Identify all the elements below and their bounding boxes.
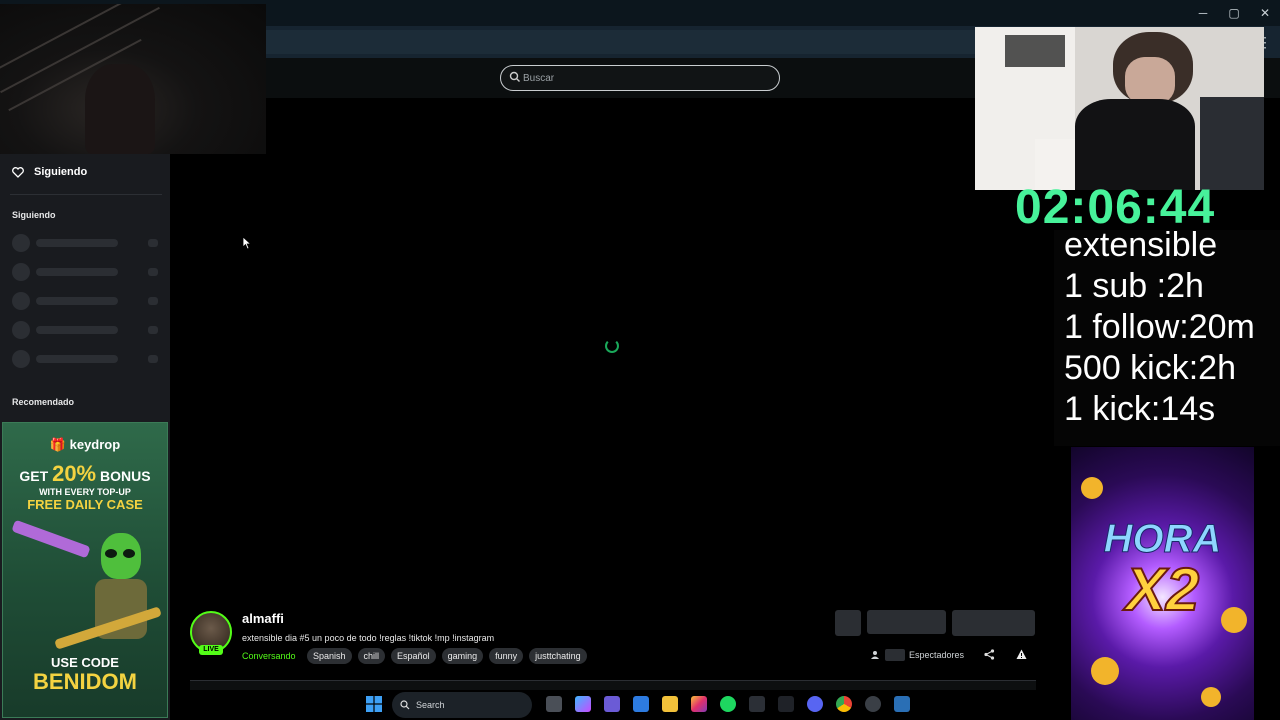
app-icon[interactable] xyxy=(749,696,765,712)
taskbar-search[interactable]: Search xyxy=(392,692,532,718)
epic-games-icon[interactable] xyxy=(778,696,794,712)
viewers-icon xyxy=(871,651,879,659)
following-skeleton-row xyxy=(12,292,162,310)
notification-button-skeleton[interactable] xyxy=(835,610,861,636)
app-icon[interactable] xyxy=(894,696,910,712)
windows-start-icon[interactable] xyxy=(366,696,382,712)
heart-icon xyxy=(12,166,24,178)
mouse-cursor-icon xyxy=(242,236,252,250)
loading-spinner xyxy=(605,339,619,353)
following-section-title: Siguiendo xyxy=(12,210,56,220)
ad-x2-text: X2 xyxy=(1125,555,1200,624)
ad-knife-illustration xyxy=(11,519,91,559)
os-taskbar: Search xyxy=(360,690,920,720)
ad-topup-text: WITH EVERY TOP-UP xyxy=(39,487,131,497)
share-icon[interactable] xyxy=(984,649,995,660)
recommended-section-title: Recomendado xyxy=(12,397,75,407)
subscribe-button-skeleton[interactable] xyxy=(952,610,1035,636)
overlay-line: extensible xyxy=(1064,226,1218,264)
viewer-count: Espectadores xyxy=(871,649,964,661)
teams-icon[interactable] xyxy=(604,696,620,712)
ad-daily-case-text: FREE DAILY CASE xyxy=(27,497,143,512)
tag-chip[interactable]: Español xyxy=(391,648,436,664)
keydrop-logo: 🎁 keydrop xyxy=(49,437,121,452)
tag-chip[interactable]: funny xyxy=(489,648,524,664)
stream-tags: Spanish chill Español gaming funny justt… xyxy=(307,648,587,664)
ad-promo-code: BENIDOM xyxy=(33,669,137,694)
discord-icon[interactable] xyxy=(807,696,823,712)
spotify-icon[interactable] xyxy=(720,696,736,712)
ad-coin-decoration xyxy=(1091,657,1119,685)
chrome-icon[interactable] xyxy=(836,696,852,712)
file-explorer-icon[interactable] xyxy=(662,696,678,712)
person-body xyxy=(1075,99,1195,190)
report-icon[interactable] xyxy=(1016,649,1027,660)
content-divider xyxy=(190,680,1036,690)
tag-chip[interactable]: chill xyxy=(357,648,386,664)
tag-chip[interactable]: Spanish xyxy=(307,648,352,664)
stream-category[interactable]: Conversando xyxy=(242,651,296,661)
following-skeleton-row xyxy=(12,263,162,281)
channel-name[interactable]: almaffi xyxy=(242,611,284,626)
tag-chip[interactable]: gaming xyxy=(441,648,484,664)
search-icon xyxy=(509,71,520,82)
store-icon[interactable] xyxy=(633,696,649,712)
viewer-count-skeleton xyxy=(885,649,905,661)
app-icon[interactable] xyxy=(865,696,881,712)
follow-button-skeleton[interactable] xyxy=(867,610,946,634)
ad-coin-decoration xyxy=(1081,477,1103,499)
search-icon xyxy=(400,700,410,710)
taskbar-search-label: Search xyxy=(416,700,445,710)
following-skeleton-row xyxy=(12,234,162,252)
search-input[interactable]: Buscar xyxy=(500,65,780,91)
close-button[interactable]: ✕ xyxy=(1252,4,1278,22)
following-skeleton-row xyxy=(12,321,162,339)
webcam-overlay-right xyxy=(975,27,1264,190)
keydrop-ad-banner[interactable]: 🎁 keydrop GET 20% BONUS WITH EVERY TOP-U… xyxy=(2,422,168,718)
person-silhouette xyxy=(85,64,155,154)
hora-x2-ad-banner[interactable]: HORA X2 xyxy=(1071,447,1254,720)
ad-coin-decoration xyxy=(1201,687,1221,707)
overlay-line: 1 follow:20m xyxy=(1064,308,1255,346)
following-button[interactable]: Siguiendo xyxy=(12,166,87,178)
overlay-line: 1 kick:14s xyxy=(1064,390,1216,428)
overlay-line: 500 kick:2h xyxy=(1064,349,1236,387)
live-badge: LIVE xyxy=(199,645,223,655)
following-skeleton-row xyxy=(12,350,162,368)
following-button-label: Siguiendo xyxy=(34,166,88,178)
sidebar-divider xyxy=(10,194,162,195)
overlay-line: 1 sub :2h xyxy=(1064,267,1204,305)
task-view-icon[interactable] xyxy=(546,696,562,712)
ad-use-code-label: USE CODE xyxy=(51,655,119,670)
stream-title: extensible dia #5 un poco de todo !regla… xyxy=(242,633,495,643)
viewers-label: Espectadores xyxy=(909,650,965,660)
minimize-button[interactable]: ─ xyxy=(1190,4,1216,22)
search-placeholder: Buscar xyxy=(523,73,555,84)
tag-chip[interactable]: justtchating xyxy=(529,648,587,664)
instagram-icon[interactable] xyxy=(691,696,707,712)
copilot-icon[interactable] xyxy=(575,696,591,712)
screen: ─ ▢ ✕ ⋮ Buscar Siguiendo Siguiendo Recom… xyxy=(0,0,1280,720)
maximize-button[interactable]: ▢ xyxy=(1221,4,1247,22)
webcam-overlay-left xyxy=(0,4,266,154)
ad-bonus-text: GET 20% BONUS xyxy=(19,461,151,486)
